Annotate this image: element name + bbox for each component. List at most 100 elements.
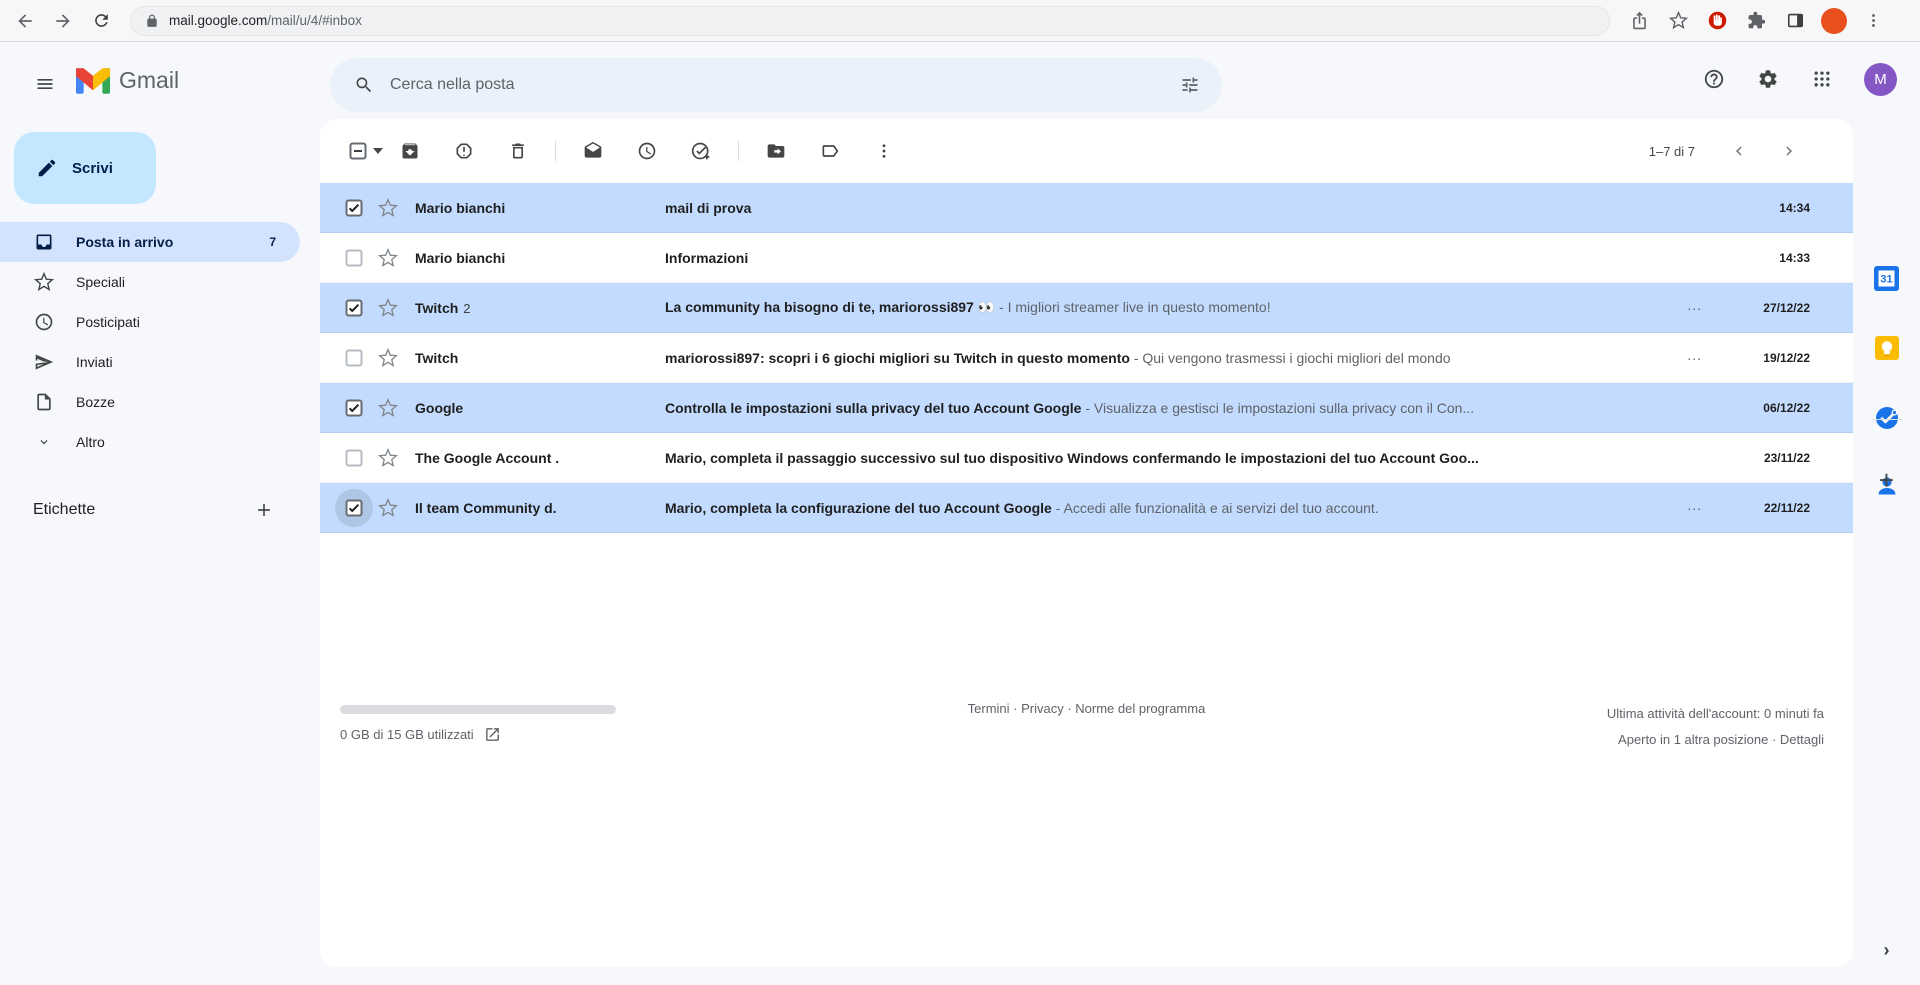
sidebar-item-posticipati[interactable]: Posticipati: [0, 302, 300, 342]
email-subject: Controlla le impostazioni sulla privacy …: [665, 400, 1081, 416]
activity-line2[interactable]: Aperto in 1 altra posizione · Dettagli: [1607, 727, 1824, 753]
sidebar-item-label: Bozze: [76, 394, 300, 410]
delete-button[interactable]: [498, 131, 538, 171]
older-page-button[interactable]: [1771, 133, 1807, 169]
snooze-button[interactable]: [627, 131, 667, 171]
address-bar[interactable]: mail.google.com/mail/u/4/#inbox: [130, 6, 1610, 36]
search-bar[interactable]: [330, 58, 1222, 112]
hide-side-panel-button[interactable]: ›: [1867, 930, 1907, 970]
adblock-extension-button[interactable]: [1702, 6, 1732, 36]
account-activity: Ultima attività dell'account: 0 minuti f…: [1607, 701, 1824, 753]
select-checkbox-icon: [349, 142, 367, 160]
more-actions-button[interactable]: [864, 131, 904, 171]
browser-menu-button[interactable]: [1858, 6, 1888, 36]
browser-reload-button[interactable]: [84, 4, 118, 38]
archive-button[interactable]: [390, 131, 430, 171]
sidebar-item-altro[interactable]: Altro: [0, 422, 300, 462]
email-checkbox[interactable]: [344, 398, 364, 418]
gmail-m-icon: [76, 68, 110, 94]
sidebar-item-posta-in-arrivo[interactable]: Posta in arrivo7: [0, 222, 300, 262]
email-row[interactable]: Twitchmariorossi897: scopri i 6 giochi m…: [320, 333, 1853, 383]
email-row[interactable]: Google Controlla le impostazioni sulla pr…: [320, 383, 1853, 433]
caret-down-icon: [373, 148, 383, 154]
email-sender: Twitch2: [415, 300, 659, 316]
email-row[interactable]: Il team Community d.Mario, completa la c…: [320, 483, 1853, 533]
gmail-logo[interactable]: Gmail: [76, 67, 179, 94]
email-snippet: - Accedi alle funzionalità e ai servizi …: [1052, 500, 1379, 516]
extensions-button[interactable]: [1741, 6, 1771, 36]
star-toggle[interactable]: [378, 248, 398, 268]
search-input[interactable]: [390, 76, 1168, 94]
calendar-app-button[interactable]: 31: [1867, 258, 1907, 298]
labels-section: Etichette: [0, 490, 320, 530]
star-icon: [378, 348, 398, 368]
email-checkbox[interactable]: [344, 198, 364, 218]
select-all-control[interactable]: [349, 142, 383, 160]
star-toggle[interactable]: [378, 198, 398, 218]
newer-page-button[interactable]: [1721, 133, 1757, 169]
move-to-button[interactable]: [756, 131, 796, 171]
email-sender: Google: [415, 400, 659, 416]
email-row[interactable]: The Google Account .Mario, completa il p…: [320, 433, 1853, 483]
pagination: 1–7 di 7: [1649, 119, 1807, 183]
svg-text:31: 31: [1880, 273, 1892, 285]
email-checkbox[interactable]: [344, 498, 364, 518]
side-panel-icon: [1786, 11, 1805, 30]
compose-button[interactable]: Scrivi: [14, 132, 156, 204]
email-subject: mariorossi897: scopri i 6 giochi miglior…: [665, 350, 1130, 366]
open-in-new-icon[interactable]: [484, 726, 501, 743]
side-panel-button[interactable]: [1780, 6, 1810, 36]
checkbox-icon: [345, 249, 363, 267]
activity-line1: Ultima attività dell'account: 0 minuti f…: [1607, 701, 1824, 727]
email-subject: mail di prova: [665, 200, 751, 216]
settings-button[interactable]: [1748, 59, 1788, 99]
account-avatar[interactable]: M: [1864, 63, 1897, 96]
sidebar-item-bozze[interactable]: Bozze: [0, 382, 300, 422]
browser-profile-button[interactable]: [1819, 6, 1849, 36]
browser-back-button[interactable]: [8, 4, 42, 38]
share-button[interactable]: [1624, 6, 1654, 36]
email-row[interactable]: Mario bianchiInformazioni14:33: [320, 233, 1853, 283]
search-options-button[interactable]: [1168, 63, 1212, 107]
help-icon: [1703, 68, 1725, 90]
snippet-ellipsis: ...: [1687, 347, 1702, 363]
more-vertical-icon: [1865, 12, 1882, 29]
email-checkbox[interactable]: [344, 448, 364, 468]
email-checkbox[interactable]: [344, 348, 364, 368]
email-row[interactable]: Mario bianchimail di prova14:34: [320, 183, 1853, 233]
mark-read-button[interactable]: [573, 131, 613, 171]
tasks-app-button[interactable]: [1867, 398, 1907, 438]
google-apps-button[interactable]: [1802, 59, 1842, 99]
snippet-ellipsis: ...: [1687, 497, 1702, 513]
create-label-button[interactable]: [244, 490, 284, 530]
email-checkbox[interactable]: [344, 248, 364, 268]
sidebar-item-speciali[interactable]: Speciali: [0, 262, 300, 302]
email-checkbox[interactable]: [344, 298, 364, 318]
sidebar-item-inviati[interactable]: Inviati: [0, 342, 300, 382]
star-toggle[interactable]: [378, 348, 398, 368]
get-addons-button[interactable]: +: [1867, 460, 1907, 500]
gmail-logo-text: Gmail: [119, 67, 179, 94]
keep-app-button[interactable]: [1867, 328, 1907, 368]
search-button[interactable]: [342, 63, 386, 107]
main-menu-button[interactable]: [21, 60, 69, 108]
browser-forward-button[interactable]: [46, 4, 80, 38]
help-button[interactable]: [1694, 59, 1734, 99]
add-to-tasks-button[interactable]: [681, 131, 721, 171]
add-task-icon: [691, 141, 711, 161]
star-toggle[interactable]: [378, 498, 398, 518]
star-icon: [33, 272, 55, 292]
star-icon: [378, 248, 398, 268]
star-toggle[interactable]: [378, 448, 398, 468]
adblock-hand-icon: [1707, 10, 1728, 31]
email-row[interactable]: Twitch2La community ha bisogno di te, ma…: [320, 283, 1853, 333]
storage-text: 0 GB di 15 GB utilizzati: [340, 727, 474, 742]
star-toggle[interactable]: [378, 398, 398, 418]
email-date: 23/11/22: [1720, 451, 1810, 465]
apps-grid-icon: [1812, 69, 1832, 89]
sidebar: Scrivi Posta in arrivo7SpecialiPosticipa…: [0, 119, 320, 967]
report-spam-button[interactable]: [444, 131, 484, 171]
bookmark-button[interactable]: [1663, 6, 1693, 36]
star-toggle[interactable]: [378, 298, 398, 318]
labels-button[interactable]: [810, 131, 850, 171]
